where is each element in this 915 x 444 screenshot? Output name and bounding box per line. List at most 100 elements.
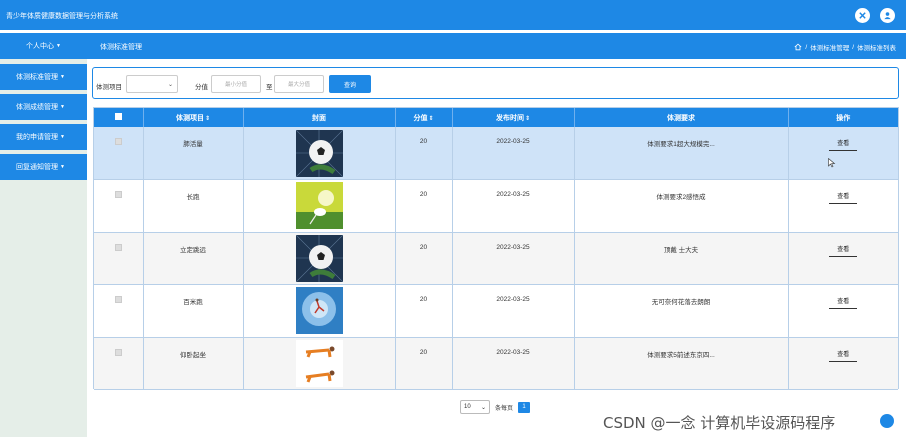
select-all-checkbox[interactable] <box>114 113 122 120</box>
query-button[interactable]: 查询 <box>329 75 371 93</box>
project-select[interactable]: ⌄ <box>126 75 178 93</box>
cell-action: 查看 <box>788 232 898 285</box>
per-page-label: 条每页 <box>495 405 514 412</box>
cell-requirement: 顶戴 士大夫 <box>574 232 789 285</box>
nav-bar: 个人中心 ▼ 体测标准管理 / 体测标准管理 / 体测标准列表 <box>0 33 906 59</box>
sidebar-item-notices[interactable]: 回复通知管理 ▼ <box>0 154 87 180</box>
min-score-input[interactable]: 最小分值 <box>211 75 261 93</box>
column-header-action: 操作 <box>788 108 898 127</box>
row-checkbox[interactable] <box>114 348 122 356</box>
column-label: 封面 <box>312 114 326 122</box>
column-header-date[interactable]: 发布时间⇕ <box>452 108 575 127</box>
user-center-label: 个人中心 <box>26 43 55 50</box>
cell-project: 长跑 <box>143 179 244 233</box>
project-label: 体测项目 <box>96 84 122 91</box>
sort-icon[interactable]: ⇕ <box>205 116 210 122</box>
standards-table: 体测项目⇕ 封面 分值⇕ 发布时间⇕ 体测要求 操作 肺活量 20 2022-0… <box>93 107 899 390</box>
badminton-image <box>295 182 343 230</box>
cell-action: 查看 <box>788 284 898 338</box>
min-score-placeholder: 最小分值 <box>224 82 247 88</box>
pagination: 10 ⌄ 条每页 1 <box>460 400 531 414</box>
cell-score: 20 <box>395 337 453 390</box>
view-button[interactable]: 查看 <box>829 191 858 204</box>
column-header-project[interactable]: 体测项目⇕ <box>143 108 244 127</box>
column-label: 操作 <box>836 114 851 122</box>
table-row[interactable]: 长跑 20 2022-03-25 体测要求2感悟成 查看 <box>94 179 898 233</box>
table-row[interactable]: 立定跳远 20 2022-03-25 顶戴 士大夫 查看 <box>94 232 898 285</box>
max-score-placeholder: 最大分值 <box>287 82 310 88</box>
cell-requirement: 无可奈何花落去朗朗 <box>574 284 789 338</box>
chevron-down-icon: ▼ <box>60 104 65 110</box>
sort-icon[interactable]: ⇕ <box>428 116 433 122</box>
row-checkbox[interactable] <box>114 138 122 145</box>
chevron-down-icon: ⌄ <box>480 404 486 411</box>
cell-score: 20 <box>395 284 453 338</box>
cell-date: 2022-03-25 <box>452 337 575 390</box>
home-icon[interactable] <box>794 43 802 51</box>
sort-icon[interactable]: ⇕ <box>525 116 530 122</box>
view-button[interactable]: 查看 <box>829 296 858 309</box>
table-header-row: 体测项目⇕ 封面 分值⇕ 发布时间⇕ 体测要求 操作 <box>94 108 898 127</box>
pushup-image <box>295 339 343 387</box>
row-checkbox-cell <box>94 127 144 180</box>
cell-project: 百米跑 <box>143 284 244 338</box>
sidebar-item-applications[interactable]: 我的申请管理 ▼ <box>0 124 87 150</box>
breadcrumb-item[interactable]: 体测标准管理 <box>810 42 849 52</box>
table-row[interactable]: 仰卧起坐 20 2022-03-25 体测要求5前述东京四... 查看 <box>94 337 898 390</box>
cell-date: 2022-03-25 <box>452 179 575 233</box>
column-header-score[interactable]: 分值⇕ <box>395 108 453 127</box>
breadcrumb-sep: / <box>852 43 854 51</box>
cell-cover <box>243 127 396 180</box>
cell-requirement: 体测要求5前述东京四... <box>574 337 789 390</box>
search-panel: 体测项目 ⌄ 分值 最小分值 至 最大分值 查询 <box>92 67 899 99</box>
page-number-button[interactable]: 1 <box>518 401 531 413</box>
view-button[interactable]: 查看 <box>829 138 858 151</box>
view-button[interactable]: 查看 <box>829 244 858 257</box>
row-checkbox-cell <box>94 337 144 390</box>
sidebar: 体测标准管理 ▼ 体测成绩管理 ▼ 我的申请管理 ▼ 回复通知管理 ▼ <box>0 59 87 437</box>
cell-cover <box>243 179 396 233</box>
soccer-ball-image <box>295 129 343 177</box>
user-icon[interactable] <box>880 8 895 23</box>
user-center-menu[interactable]: 个人中心 ▼ <box>0 33 87 59</box>
chevron-down-icon: ▼ <box>60 164 65 170</box>
score-label: 分值 <box>195 84 208 91</box>
page-title: 体测标准管理 <box>100 44 142 51</box>
column-label: 体测项目 <box>175 114 204 122</box>
sidebar-item-scores[interactable]: 体测成绩管理 ▼ <box>0 94 87 120</box>
jump-image <box>295 287 343 335</box>
cell-requirement: 体测要求2感悟成 <box>574 179 789 233</box>
table-row[interactable]: 肺活量 20 2022-03-25 体测要求1超大规模完... 查看 <box>94 127 898 180</box>
row-checkbox[interactable] <box>114 243 122 251</box>
cell-score: 20 <box>395 127 453 180</box>
table-row[interactable]: 百米跑 20 2022-03-25 无可奈何花落去朗朗 查看 <box>94 284 898 338</box>
sidebar-item-standard[interactable]: 体测标准管理 ▼ <box>0 64 87 90</box>
max-score-input[interactable]: 最大分值 <box>274 75 324 93</box>
row-checkbox[interactable] <box>114 191 122 198</box>
cell-score: 20 <box>395 232 453 285</box>
select-all-cell[interactable] <box>94 108 144 127</box>
close-circle-icon[interactable] <box>855 8 870 23</box>
column-header-cover: 封面 <box>243 108 396 127</box>
sidebar-item-label: 体测标准管理 <box>16 74 58 81</box>
page-size-select[interactable]: 10 ⌄ <box>460 400 490 414</box>
cell-cover <box>243 284 396 338</box>
app-title: 青少年体质健康数据管理与分析系统 <box>6 13 118 20</box>
chevron-down-icon: ▼ <box>60 134 65 140</box>
column-header-requirement: 体测要求 <box>574 108 789 127</box>
row-checkbox-cell <box>94 232 144 285</box>
row-checkbox[interactable] <box>114 296 122 303</box>
row-checkbox-cell <box>94 284 144 338</box>
cell-action: 查看 <box>788 337 898 390</box>
cell-date: 2022-03-25 <box>452 232 575 285</box>
cell-project: 立定跳远 <box>143 232 244 285</box>
mouse-cursor-icon <box>828 158 836 168</box>
sidebar-item-label: 我的申请管理 <box>16 134 58 141</box>
sidebar-item-label: 体测成绩管理 <box>16 104 58 111</box>
cell-date: 2022-03-25 <box>452 127 575 180</box>
back-to-top-button[interactable] <box>880 414 894 428</box>
chevron-down-icon: ⌄ <box>167 81 173 88</box>
cell-date: 2022-03-25 <box>452 284 575 338</box>
column-label: 体测要求 <box>667 114 695 122</box>
view-button[interactable]: 查看 <box>829 349 858 362</box>
